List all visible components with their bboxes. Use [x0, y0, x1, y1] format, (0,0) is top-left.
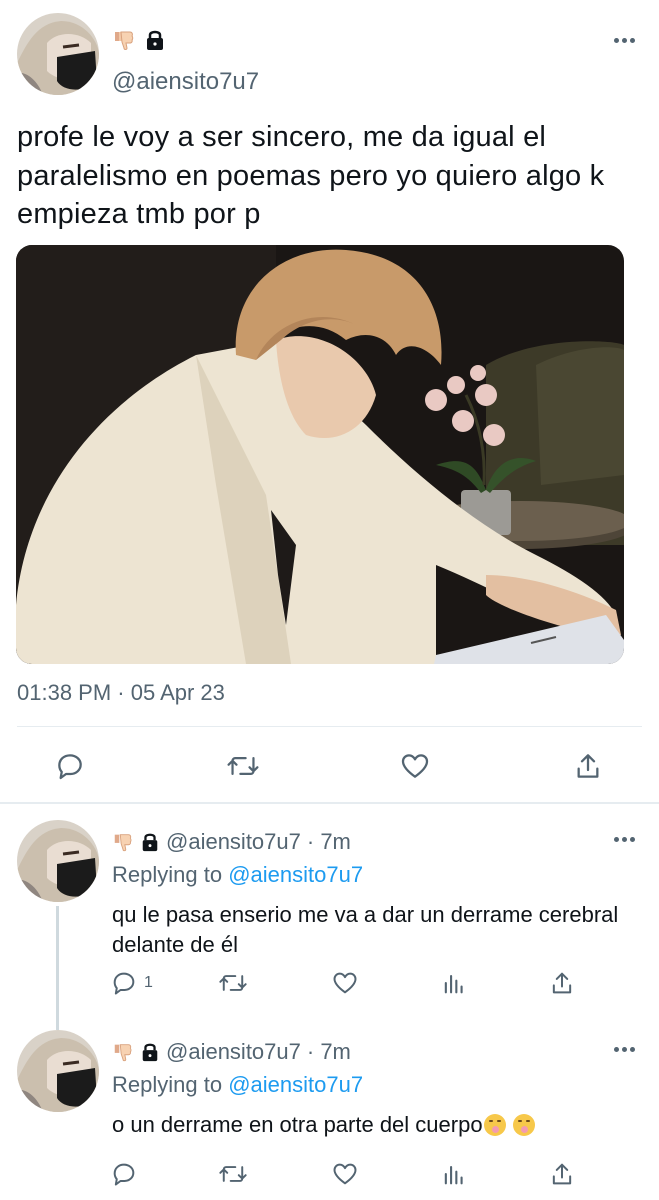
replying-to-link[interactable]: @aiensito7u7: [228, 1072, 363, 1097]
reply-tweet[interactable]: @aiensito7u7 · 7m Replying to @aiensito7…: [0, 1018, 659, 1200]
thumbs-down-emoji-icon: [112, 1041, 134, 1063]
lock-icon: [140, 1041, 160, 1063]
reply-header[interactable]: @aiensito7u7 · 7m: [112, 828, 351, 856]
replying-to: Replying to @aiensito7u7: [112, 1072, 363, 1098]
main-tweet: @aiensito7u7 profe le voy a ser sincero,…: [0, 0, 659, 804]
reply-header[interactable]: @aiensito7u7 · 7m: [112, 1038, 351, 1066]
section-divider: [0, 802, 659, 804]
retweet-icon[interactable]: [218, 963, 248, 1003]
like-icon[interactable]: [331, 1154, 359, 1194]
reply-actions: 1: [0, 963, 659, 1003]
like-icon[interactable]: [331, 963, 359, 1003]
analytics-icon[interactable]: [440, 963, 468, 1003]
reply-icon[interactable]: [50, 744, 90, 788]
avatar[interactable]: [17, 820, 99, 902]
reply-text-content: o un derrame en otra parte del cuerpo: [112, 1112, 483, 1137]
more-options-icon[interactable]: [614, 837, 635, 842]
replying-label: Replying to: [112, 862, 223, 887]
replying-to: Replying to @aiensito7u7: [112, 862, 363, 888]
replying-to-link[interactable]: @aiensito7u7: [228, 862, 363, 887]
thumbs-down-emoji-icon: [112, 28, 136, 52]
username[interactable]: @aiensito7u7: [112, 68, 259, 96]
reply-count: 1: [144, 974, 153, 991]
analytics-icon[interactable]: [440, 1154, 468, 1194]
share-icon[interactable]: [548, 1154, 576, 1194]
reply-tweet[interactable]: @aiensito7u7 · 7m Replying to @aiensito7…: [0, 808, 659, 1030]
tweet-actions: [0, 744, 659, 788]
lock-icon: [144, 28, 166, 52]
share-icon[interactable]: [548, 963, 576, 1003]
tweet-text: profe le voy a ser sincero, me da igual …: [17, 121, 605, 230]
replying-label: Replying to: [112, 1072, 223, 1097]
username[interactable]: @aiensito7u7: [166, 829, 301, 855]
divider: [17, 726, 642, 727]
reply-button[interactable]: 1: [110, 963, 153, 1003]
reply-text: o un derrame en otra parte del cuerpo: [112, 1110, 632, 1140]
like-icon[interactable]: [395, 744, 435, 788]
share-icon[interactable]: [568, 744, 608, 788]
retweet-icon[interactable]: [223, 744, 263, 788]
tweet-photo[interactable]: [16, 245, 624, 664]
reply-time: · 7m: [306, 1039, 351, 1064]
avatar[interactable]: [17, 1030, 99, 1112]
more-options-icon[interactable]: [614, 1047, 635, 1052]
thumbs-down-emoji-icon: [112, 831, 134, 853]
lock-icon: [140, 831, 160, 853]
blushing-face-emoji-icon: [483, 1114, 506, 1136]
reply-actions: [0, 1154, 659, 1194]
reply-icon[interactable]: [110, 1154, 138, 1194]
reply-time: · 7m: [306, 829, 351, 854]
avatar[interactable]: [17, 13, 99, 95]
reply-icon: [110, 969, 138, 997]
blushing-face-emoji-icon: [512, 1114, 535, 1136]
display-name-row[interactable]: [112, 26, 166, 54]
retweet-icon[interactable]: [218, 1154, 248, 1194]
reply-text: qu le pasa enserio me va a dar un derram…: [112, 902, 619, 957]
tweet-timestamp[interactable]: 01:38 PM · 05 Apr 23: [17, 680, 225, 706]
username[interactable]: @aiensito7u7: [166, 1039, 301, 1065]
more-options-icon[interactable]: [614, 38, 635, 43]
